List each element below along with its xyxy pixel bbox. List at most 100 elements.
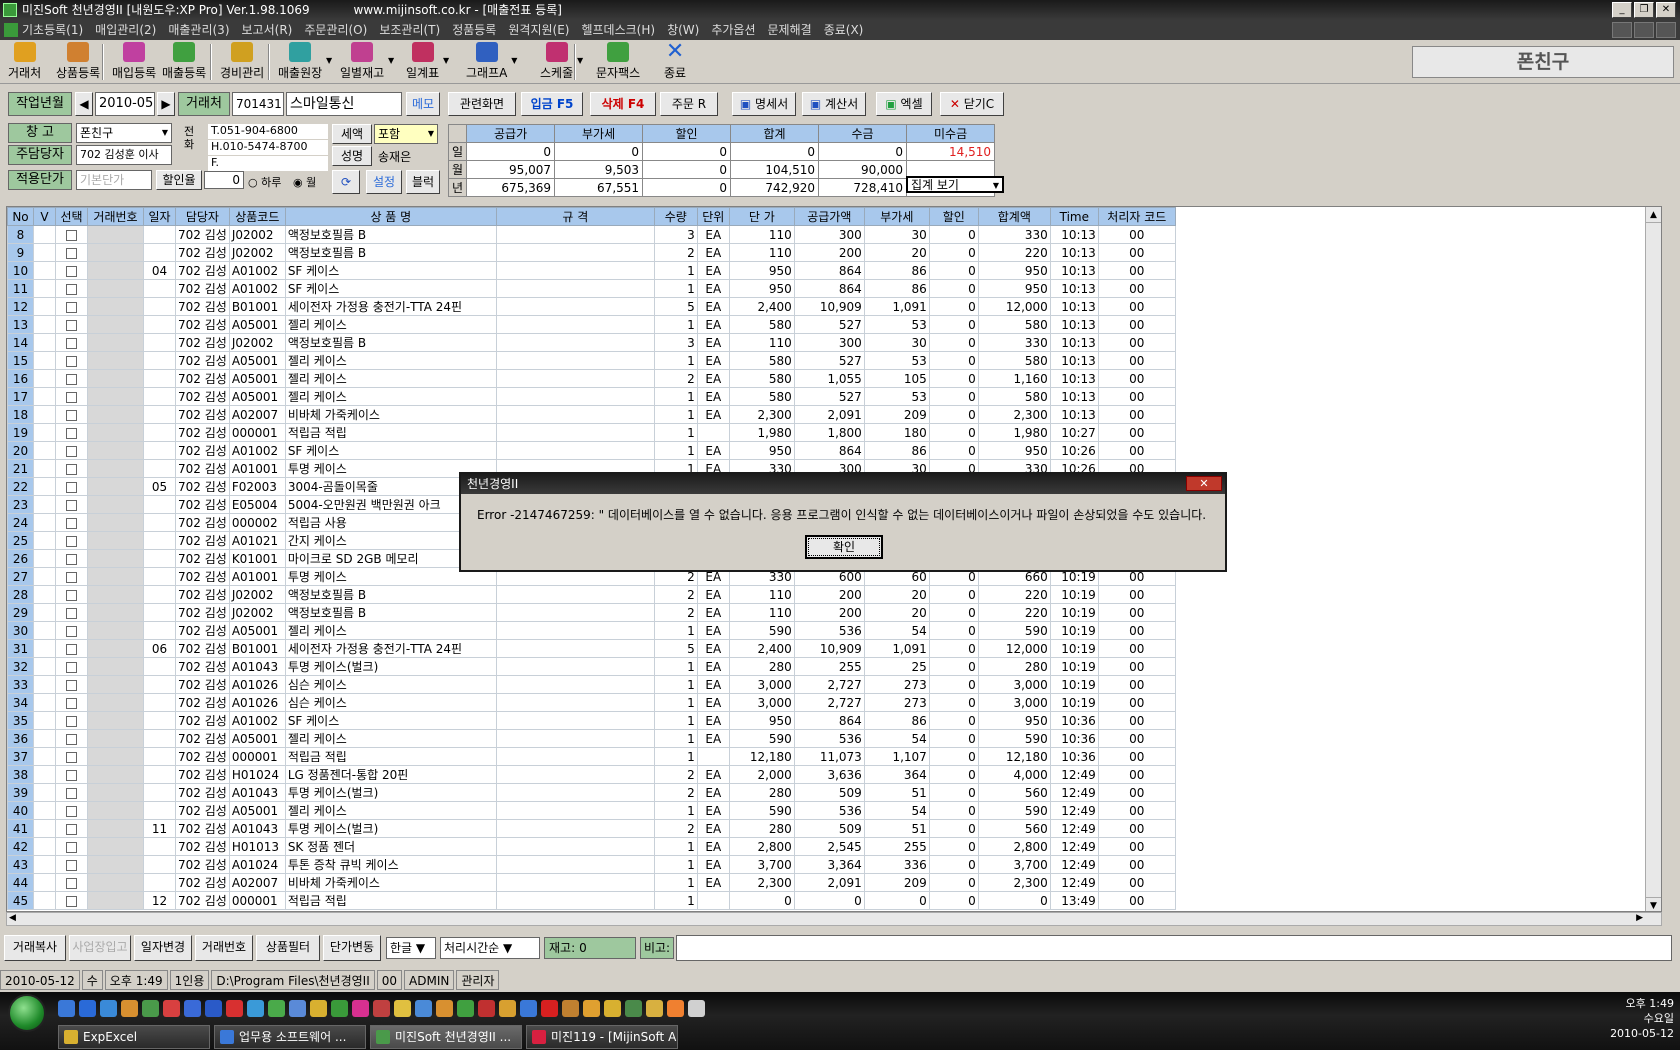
row-checkbox[interactable] [66,589,77,601]
quicklaunch-icon-22[interactable] [520,1000,537,1017]
quicklaunch-icon-21[interactable] [499,1000,516,1017]
row-checkbox[interactable] [66,877,77,889]
chevron-down-icon[interactable]: ▼ [511,56,517,65]
table-row[interactable]: 9 702 김성 J02002 액정보호필름 B 2 EA 110 200 20 0 220 10:1… [7,243,1176,262]
delete-button[interactable]: 삭제 F4 [590,92,656,116]
manager-field[interactable]: 702 김성훈 이사 [76,145,172,165]
quicklaunch-icon-30[interactable] [688,1000,705,1017]
grid-header[interactable]: 합계액 [977,207,1051,226]
table-row[interactable]: 19 702 김성 000001 적립금 적립 1 1,980 1,800 180 0 1,980… [7,423,1176,442]
row-checkbox[interactable] [66,481,77,493]
grid-cell[interactable] [55,459,88,478]
grid-header[interactable]: 상 품 명 [284,207,497,226]
table-row[interactable]: 40 702 김성 A05001 젤리 케이스 1 EA 590 536 54 0 590 12:49… [7,801,1176,820]
menu-item-10[interactable]: 추가옵션 [711,20,755,40]
scroll-up-arrow[interactable]: ▲ [1646,207,1661,223]
table-row[interactable]: 14 702 김성 J02002 액정보호필름 B 3 EA 110 300 30 0 330 10:… [7,333,1176,352]
table-row[interactable]: 37 702 김성 000001 적립금 적립 1 12,180 11,073 1,107 0 1… [7,747,1176,766]
taskbar-task-2[interactable]: 미진Soft 천년경영II ... [370,1025,522,1049]
table-row[interactable]: 10 04 702 김성 A01002 SF 케이스 1 EA 950 864 86 0 950 10:… [7,261,1176,280]
settings-button[interactable]: 설정 [366,170,402,194]
tax-select[interactable]: 포함 ▼ [374,124,438,144]
next-month-button[interactable]: ▶ [157,92,175,116]
quicklaunch-icon-16[interactable] [394,1000,411,1017]
table-row[interactable]: 29 702 김성 J02002 액정보호필름 B 2 EA 110 200 20 0 220 10:… [7,603,1176,622]
row-checkbox[interactable] [66,319,77,331]
deposit-button[interactable]: 입금 F5 [521,92,583,116]
grid-cell[interactable] [55,783,88,802]
table-row[interactable]: 16 702 김성 A05001 젤리 케이스 2 EA 580 1,055 105 0 1,160… [7,369,1176,388]
menu-item-7[interactable]: 원격지원(E) [508,20,569,40]
quicklaunch-icon-27[interactable] [625,1000,642,1017]
quicklaunch-icon-6[interactable] [184,1000,201,1017]
row-checkbox[interactable] [66,751,77,763]
row-checkbox[interactable] [66,823,77,835]
toolbar-sales-button[interactable]: 매출등록 [162,42,206,82]
row-checkbox[interactable] [66,247,77,259]
row-checkbox[interactable] [66,499,77,511]
invoice-button[interactable]: ▣ 계산서 [802,92,866,116]
grid-cell[interactable] [55,531,88,550]
grid-cell[interactable] [55,765,88,784]
row-checkbox[interactable] [66,427,77,439]
row-checkbox[interactable] [66,643,77,655]
menu-item-6[interactable]: 정품등록 [452,20,496,40]
bottom-button-4[interactable]: 상품필터 [256,935,320,961]
table-row[interactable]: 30 702 김성 A05001 젤리 케이스 1 EA 590 536 54 0 590 10:19… [7,621,1176,640]
grid-cell[interactable] [55,747,88,766]
row-checkbox[interactable] [66,463,77,475]
grid-header[interactable]: 규 격 [495,207,655,226]
quicklaunch-icon-3[interactable] [121,1000,138,1017]
grid-vertical-scrollbar[interactable]: ▲ ▼ [1645,207,1661,911]
menu-item-0[interactable]: 기초등록(1) [22,20,83,40]
table-row[interactable]: 32 702 김성 A01043 투명 케이스(벌크) 1 EA 280 255 25 0 280 1… [7,657,1176,676]
table-row[interactable]: 11 702 김성 A01002 SF 케이스 1 EA 950 864 86 0 950 10:13… [7,279,1176,298]
close-button[interactable]: ✕ 닫기C [940,92,1004,116]
grid-header[interactable]: 단 가 [728,207,795,226]
grid-header[interactable]: 담당자 [175,207,230,226]
table-row[interactable]: 39 702 김성 A01043 투명 케이스(벌크) 2 EA 280 509 51 0 560 1… [7,783,1176,802]
table-row[interactable]: 12 702 김성 B01001 세이전자 가정용 충전기-TTA 24핀 5 EA 2,4… [7,297,1176,316]
mdi-close-button[interactable] [1656,22,1676,38]
quicklaunch-icon-9[interactable] [247,1000,264,1017]
bottom-button-2[interactable]: 일자변경 [134,935,192,961]
row-checkbox[interactable] [66,283,77,295]
quicklaunch-icon-5[interactable] [163,1000,180,1017]
discount-button[interactable]: 할인율 [156,170,202,190]
grid-horizontal-scrollbar[interactable]: ◀ ▶ [6,912,1662,926]
view-select[interactable]: 집계 보기 ▼ [906,176,1004,193]
row-checkbox[interactable] [66,625,77,637]
quicklaunch-icon-12[interactable] [310,1000,327,1017]
grid-cell[interactable] [55,567,88,586]
grid-header[interactable]: 상품코드 [228,207,286,226]
quicklaunch-icon-0[interactable] [58,1000,75,1017]
quicklaunch-icon-2[interactable] [100,1000,117,1017]
quicklaunch-icon-26[interactable] [604,1000,621,1017]
quicklaunch-icon-18[interactable] [436,1000,453,1017]
grid-cell[interactable] [55,261,88,280]
table-row[interactable]: 33 702 김성 A01026 심슨 케이스 1 EA 3,000 2,727 273 0 3,0… [7,675,1176,694]
quicklaunch-icon-25[interactable] [583,1000,600,1017]
grid-header[interactable]: 공급가액 [793,207,865,226]
bottom-button-1[interactable]: 사업장입고 [69,935,131,961]
row-checkbox[interactable] [66,679,77,691]
bottom-button-3[interactable]: 거래번호 [195,935,253,961]
toolbar-coins-button[interactable]: 경비관리 [220,42,264,82]
grid-header[interactable]: 일자 [143,207,176,226]
quicklaunch-icon-4[interactable] [142,1000,159,1017]
scroll-down-arrow[interactable]: ▼ [1646,897,1661,911]
grid-cell[interactable] [55,585,88,604]
grid-cell[interactable] [55,675,88,694]
row-checkbox[interactable] [66,409,77,421]
period-month-radio[interactable]: ◉ 월 [293,174,316,190]
row-checkbox[interactable] [66,787,77,799]
toolbar-stock-button[interactable]: 일별재고 ▼ [340,42,394,82]
grid-cell[interactable] [55,891,88,910]
row-checkbox[interactable] [66,769,77,781]
row-checkbox[interactable] [66,805,77,817]
price-field[interactable]: 기본단가 [76,170,152,190]
row-checkbox[interactable] [66,859,77,871]
toolbar-exit-button[interactable]: ✕ 종료 [664,41,686,82]
grid-cell[interactable] [55,513,88,532]
dialog-close-button[interactable]: ✕ [1186,476,1222,491]
